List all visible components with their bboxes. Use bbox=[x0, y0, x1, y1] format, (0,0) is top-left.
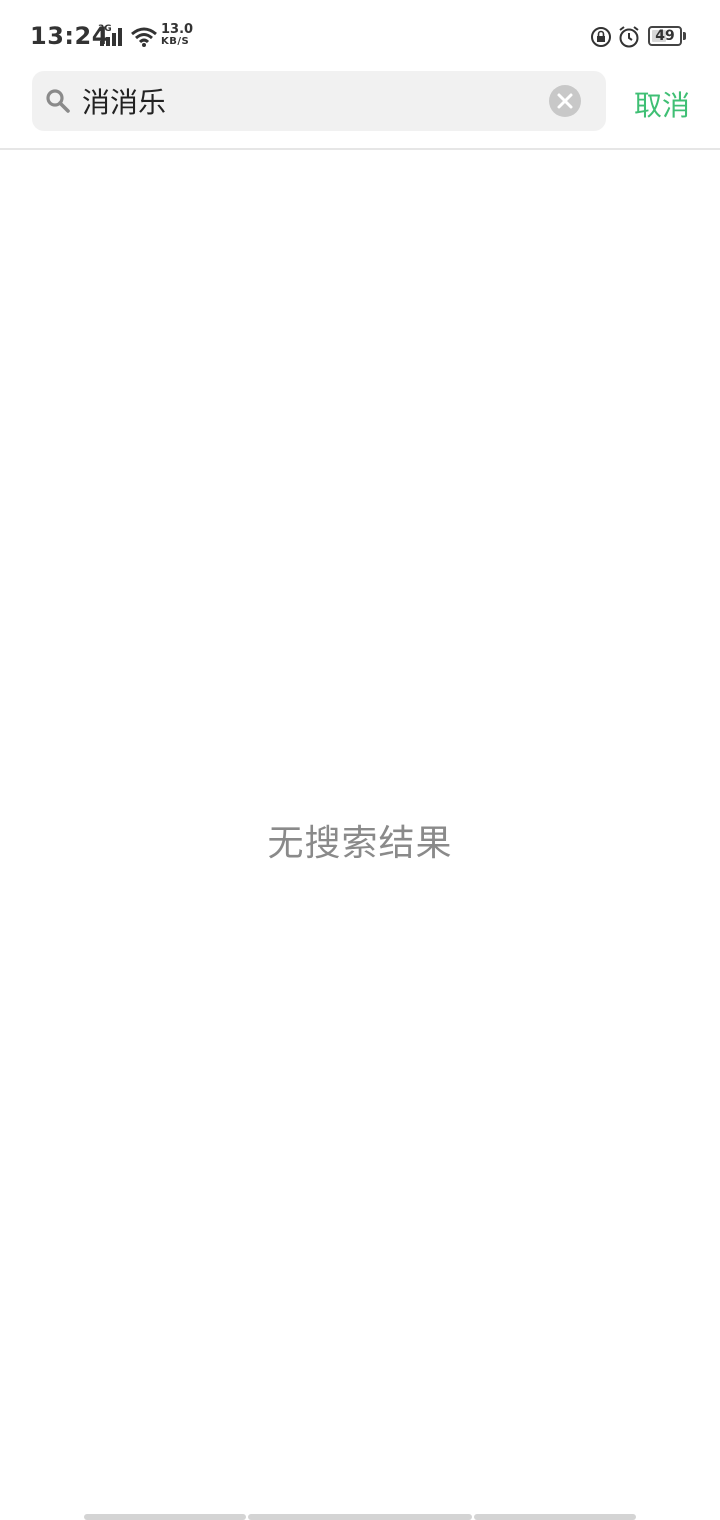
clear-search-button[interactable] bbox=[549, 85, 581, 117]
header-divider bbox=[0, 148, 720, 150]
empty-results-text: 无搜索结果 bbox=[267, 823, 453, 864]
battery-icon: 49 bbox=[648, 26, 686, 46]
search-input[interactable] bbox=[82, 77, 542, 125]
network-speed-unit: KB/S bbox=[161, 36, 190, 47]
battery-level: 49 bbox=[655, 28, 675, 44]
wifi-icon bbox=[131, 27, 157, 47]
clear-icon bbox=[557, 93, 573, 109]
status-bar: 13:24 3G 13.0 KB/S 49 bbox=[0, 0, 720, 70]
gesture-bar-center[interactable] bbox=[248, 1514, 472, 1520]
search-icon bbox=[46, 89, 70, 113]
network-speed-value: 13.0 bbox=[161, 22, 194, 37]
search-screen: 13:24 3G 13.0 KB/S 49 消消乐 取消 无搜索结果 bbox=[0, 0, 720, 1520]
search-bar[interactable] bbox=[32, 71, 606, 131]
rotation-lock-icon bbox=[591, 27, 611, 47]
signal-icon bbox=[100, 28, 122, 46]
gesture-bar-left[interactable] bbox=[84, 1514, 246, 1520]
cancel-button[interactable]: 取消 bbox=[634, 84, 690, 122]
alarm-icon bbox=[619, 26, 639, 48]
gesture-bar-right[interactable] bbox=[474, 1514, 636, 1520]
network-speed: 13.0 KB/S bbox=[161, 22, 201, 48]
